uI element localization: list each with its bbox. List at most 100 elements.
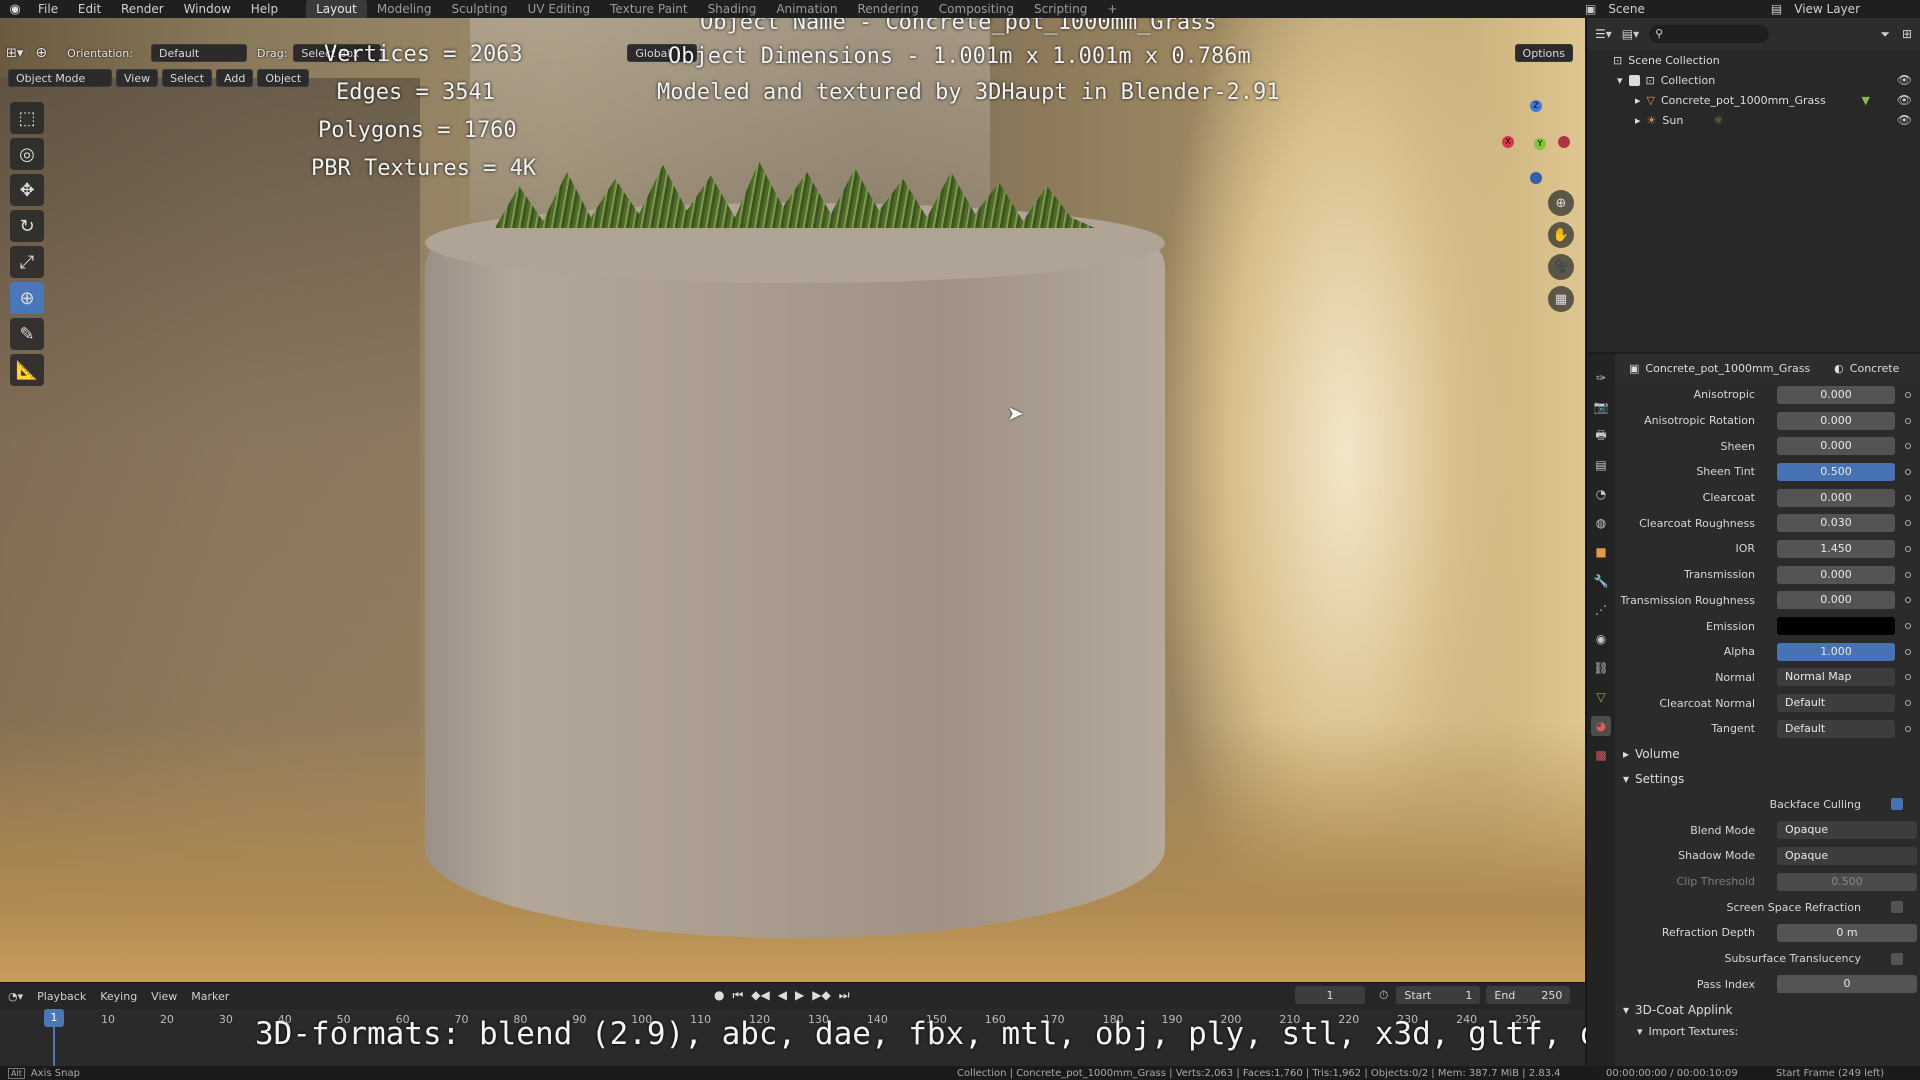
play-reverse-icon[interactable]: ◀ bbox=[778, 988, 787, 1003]
display-mode-icon[interactable]: ▤▾ bbox=[1622, 27, 1639, 41]
outliner-editor-type-icon[interactable]: ☰▾ bbox=[1595, 27, 1612, 41]
rotate-tool-icon[interactable]: ↻ bbox=[10, 210, 44, 242]
material-tab-icon[interactable]: ◕ bbox=[1591, 716, 1611, 736]
socket-icon[interactable] bbox=[1905, 443, 1911, 450]
collection-visibility-eye-icon[interactable]: 👁 bbox=[1897, 73, 1912, 87]
socket-icon[interactable] bbox=[1905, 700, 1911, 707]
timeline-editor-type-icon[interactable]: ◔▾ bbox=[8, 990, 23, 1003]
menu-file[interactable]: File bbox=[38, 2, 58, 16]
modifier-icon[interactable]: ▼ bbox=[1862, 94, 1870, 107]
world-tab-icon[interactable]: ◍ bbox=[1591, 513, 1611, 533]
socket-icon[interactable] bbox=[1905, 468, 1911, 475]
ssr-checkbox[interactable] bbox=[1891, 901, 1903, 914]
transform-tool-icon[interactable]: ⊕ bbox=[10, 282, 44, 314]
data-tab-icon[interactable]: ▽ bbox=[1591, 687, 1611, 707]
settings-panel-header[interactable]: ▾ Settings bbox=[1615, 767, 1920, 792]
stopwatch-icon[interactable]: ⏱ bbox=[1379, 988, 1388, 1003]
material-prop-value[interactable]: 0.000 bbox=[1777, 411, 1895, 430]
orientation-select[interactable]: Default bbox=[150, 44, 247, 62]
menu-render[interactable]: Render bbox=[121, 2, 164, 16]
end-frame-field[interactable]: End 250 bbox=[1486, 986, 1571, 1004]
outliner-row-collection[interactable]: ▾ ⊡ Collection 👁 bbox=[1587, 70, 1920, 90]
annotate-tool-icon[interactable]: ✎ bbox=[10, 318, 44, 350]
menu-edit[interactable]: Edit bbox=[78, 2, 101, 16]
tab-scripting[interactable]: Scripting bbox=[1024, 0, 1097, 18]
outliner-row-scene-collection[interactable]: ⊡ Scene Collection bbox=[1587, 50, 1920, 70]
refraction-depth-field[interactable]: 0 m bbox=[1777, 923, 1917, 942]
constraints-tab-icon[interactable]: ⛓ bbox=[1591, 658, 1611, 678]
pan-hand-icon[interactable]: ✋ bbox=[1548, 222, 1574, 248]
material-prop-value[interactable] bbox=[1777, 617, 1895, 636]
collection-checkbox[interactable] bbox=[1628, 74, 1640, 86]
sun-visibility-eye-icon[interactable]: 👁 bbox=[1897, 113, 1912, 127]
tool-tab-icon[interactable]: ✑ bbox=[1591, 368, 1611, 388]
options-button[interactable]: Options bbox=[1514, 44, 1573, 62]
blender-logo-icon[interactable]: ◉ bbox=[0, 2, 30, 17]
select-box-tool-icon[interactable]: ⬚ bbox=[10, 102, 44, 134]
scene-label[interactable]: Scene bbox=[1608, 2, 1645, 16]
pass-index-field[interactable]: 0 bbox=[1777, 975, 1917, 994]
add-menu[interactable]: Add bbox=[216, 69, 254, 87]
scale-tool-icon[interactable]: ⤢ bbox=[10, 246, 44, 278]
cursor-tool-icon[interactable]: ◎ bbox=[10, 138, 44, 170]
jump-end-icon[interactable]: ⏭ bbox=[839, 988, 850, 1003]
outliner-row-pot[interactable]: ▸ ▽ Concrete_pot_1000mm_Grass ▼ 👁 bbox=[1587, 90, 1920, 110]
navigation-gizmo[interactable]: Z X Y bbox=[1490, 100, 1570, 190]
gizmo-y-axis[interactable]: Y bbox=[1534, 138, 1546, 150]
blend-mode-select[interactable]: Opaque bbox=[1777, 821, 1917, 840]
shadow-mode-select[interactable]: Opaque bbox=[1777, 846, 1917, 865]
outliner-row-sun[interactable]: ▸ ☀ Sun ☼ 👁 bbox=[1587, 110, 1920, 130]
current-frame-field[interactable]: 1 bbox=[1295, 986, 1365, 1004]
gizmo-x-axis[interactable]: X bbox=[1502, 136, 1514, 148]
applink-panel-header[interactable]: ▾ 3D-Coat Applink bbox=[1615, 997, 1920, 1022]
tab-uv-editing[interactable]: UV Editing bbox=[518, 0, 601, 18]
tab-texture-paint[interactable]: Texture Paint bbox=[600, 0, 697, 18]
texture-tab-icon[interactable]: ▩ bbox=[1591, 745, 1611, 765]
measure-tool-icon[interactable]: 📐 bbox=[10, 354, 44, 386]
tab-modeling[interactable]: Modeling bbox=[367, 0, 442, 18]
physics-tab-icon[interactable]: ◉ bbox=[1591, 629, 1611, 649]
gizmo-neg-x-axis[interactable] bbox=[1558, 136, 1570, 148]
camera-view-icon[interactable]: 🎥 bbox=[1548, 254, 1574, 280]
new-collection-icon[interactable]: ⊞ bbox=[1902, 27, 1912, 41]
view-layer-icon[interactable]: ▤ bbox=[1771, 2, 1782, 16]
socket-icon[interactable] bbox=[1905, 571, 1911, 578]
start-frame-field[interactable]: Start 1 bbox=[1396, 986, 1481, 1004]
editor-type-icon[interactable]: ⊞▾ bbox=[6, 46, 23, 61]
playhead[interactable]: 1 bbox=[44, 1009, 64, 1027]
socket-icon[interactable] bbox=[1905, 597, 1911, 604]
view-menu[interactable]: View bbox=[116, 69, 159, 87]
socket-icon[interactable] bbox=[1905, 623, 1911, 630]
volume-panel-header[interactable]: ▸ Volume bbox=[1615, 742, 1920, 767]
select-menu[interactable]: Select bbox=[162, 69, 213, 87]
object-menu[interactable]: Object bbox=[257, 69, 310, 87]
render-tab-icon[interactable]: 📷 bbox=[1591, 397, 1611, 417]
socket-icon[interactable] bbox=[1905, 545, 1911, 552]
backface-culling-checkbox[interactable] bbox=[1891, 798, 1903, 811]
material-prop-value[interactable]: 0.000 bbox=[1777, 488, 1895, 507]
material-prop-value[interactable]: Normal Map bbox=[1777, 668, 1895, 687]
material-prop-value[interactable]: 0.000 bbox=[1777, 437, 1895, 456]
scene-icon[interactable]: ▣ bbox=[1585, 2, 1596, 16]
sss-checkbox[interactable] bbox=[1891, 952, 1903, 965]
gizmo-neg-z-axis[interactable] bbox=[1530, 172, 1542, 184]
import-textures-header[interactable]: ▾ Import Textures: bbox=[1615, 1022, 1920, 1040]
material-prop-value[interactable]: 0.000 bbox=[1777, 591, 1895, 610]
socket-icon[interactable] bbox=[1905, 648, 1911, 655]
jump-start-icon[interactable]: ⏮ bbox=[732, 988, 743, 1003]
filter-icon[interactable]: ⏷ bbox=[1880, 27, 1890, 42]
socket-icon[interactable] bbox=[1905, 417, 1911, 424]
view-layer-tab-icon[interactable]: ▤ bbox=[1591, 455, 1611, 475]
socket-icon[interactable] bbox=[1905, 391, 1911, 398]
record-icon[interactable]: ● bbox=[714, 988, 724, 1003]
transform-gizmo-icon[interactable]: ⊕ bbox=[35, 45, 47, 61]
expand-pot-icon[interactable]: ▸ bbox=[1635, 94, 1641, 107]
gizmo-z-axis[interactable]: Z bbox=[1530, 100, 1542, 112]
tab-compositing[interactable]: Compositing bbox=[929, 0, 1024, 18]
expand-sun-icon[interactable]: ▸ bbox=[1635, 114, 1641, 127]
view-layer-label[interactable]: View Layer bbox=[1794, 2, 1860, 16]
material-prop-value[interactable]: 1.450 bbox=[1777, 539, 1895, 558]
move-tool-icon[interactable]: ✥ bbox=[10, 174, 44, 206]
material-prop-value[interactable]: 0.000 bbox=[1777, 565, 1895, 584]
menu-help[interactable]: Help bbox=[251, 2, 278, 16]
